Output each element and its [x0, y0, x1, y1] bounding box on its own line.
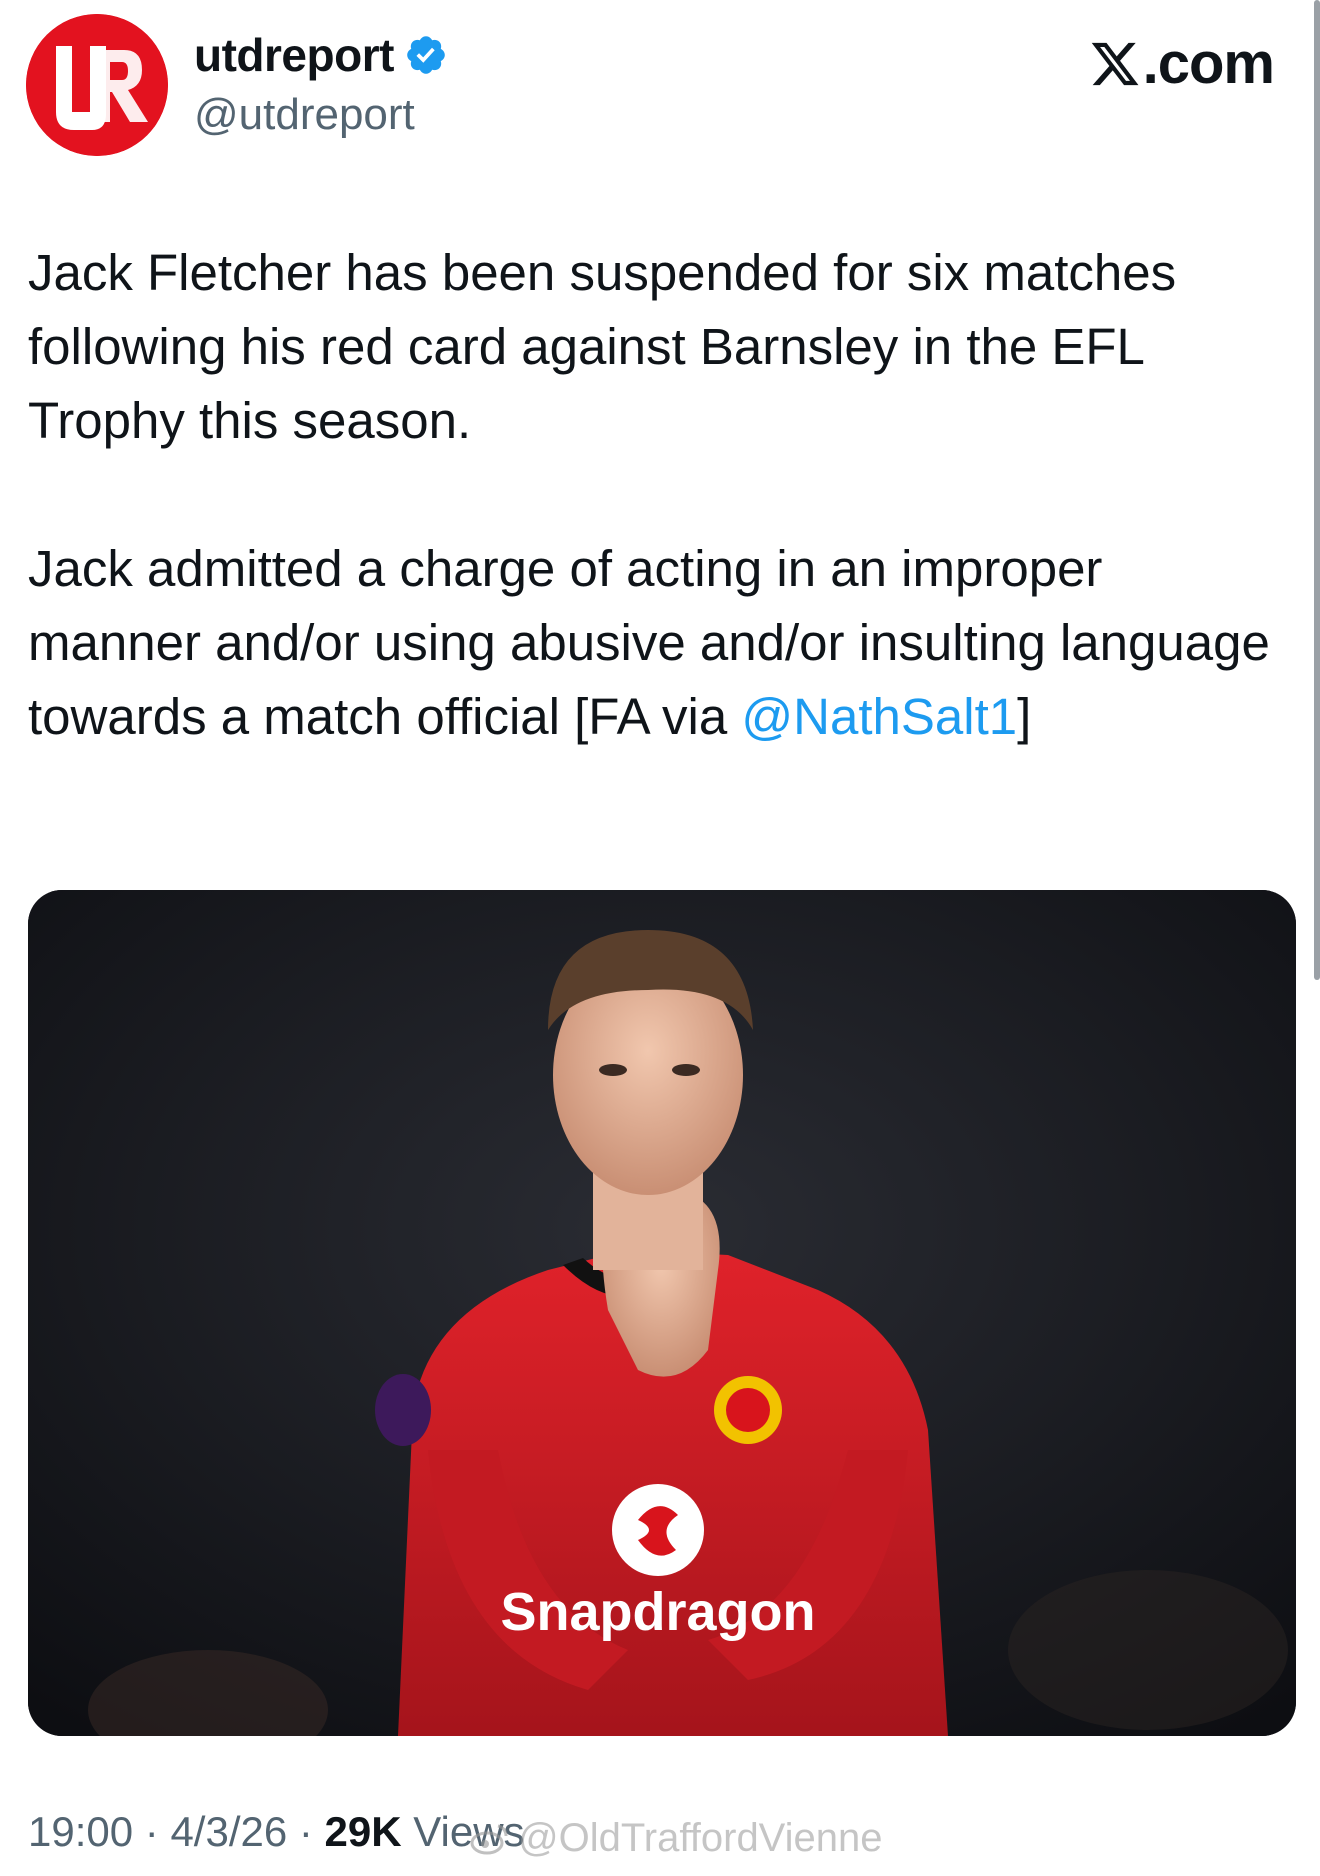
meta-separator-2: · — [287, 1808, 325, 1855]
verified-badge-icon — [407, 36, 445, 74]
views-count: 29K — [324, 1808, 402, 1855]
tweet-date[interactable]: 4/3/26 — [170, 1808, 287, 1855]
avatar[interactable] — [26, 14, 168, 156]
tweet-text: Jack Fletcher has been suspended for six… — [28, 236, 1278, 754]
sponsor-text: Snapdragon — [500, 1582, 815, 1642]
tweet-paragraph-1: Jack Fletcher has been suspended for six… — [28, 244, 1177, 449]
tweet-paragraph-2: Jack admitted a charge of acting in an i… — [28, 532, 1278, 754]
watermark: @OldTraffordVienne — [470, 1816, 883, 1861]
player-photo-illustration: Snapdragon — [28, 890, 1296, 1736]
x-brand: .com — [1089, 30, 1275, 97]
author-handle[interactable]: @utdreport — [194, 90, 415, 140]
mention-link[interactable]: @NathSalt1 — [741, 688, 1017, 745]
tweet-paragraph-2-end: ] — [1017, 688, 1032, 745]
tweet-paragraph-2-text: Jack admitted a charge of acting in an i… — [28, 540, 1270, 745]
brand-text: .com — [1142, 31, 1275, 96]
tweet-time[interactable]: 19:00 — [28, 1808, 133, 1855]
weibo-icon — [470, 1824, 508, 1854]
tweet-meta: 19:00 · 4/3/26 · 29K Views — [28, 1808, 525, 1856]
scrollbar[interactable] — [1314, 0, 1320, 980]
tweet-photo[interactable]: Snapdragon — [28, 890, 1296, 1736]
utdreport-logo-icon — [26, 14, 168, 156]
meta-separator-1: · — [133, 1808, 171, 1855]
display-name[interactable]: utdreport — [194, 28, 394, 82]
x-logo-icon — [1091, 42, 1139, 85]
watermark-text: @OldTraffordVienne — [518, 1816, 883, 1860]
author-name-row: utdreport — [194, 28, 448, 82]
